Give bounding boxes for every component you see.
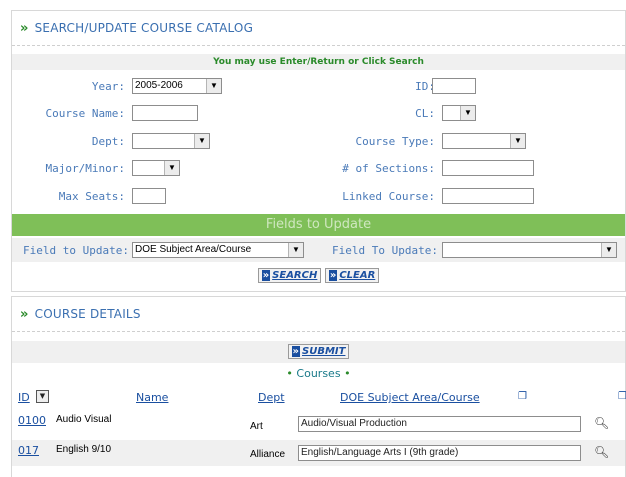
submit-button-label: SUBMIT [302,346,346,357]
table-row: 0100 Audio Visual Art Audio/Visual Produ… [12,411,625,439]
doe-course-input[interactable]: English/Language Arts I (9th grade) [298,445,581,461]
column-header-id[interactable]: ID [18,391,30,404]
bullet-icon: • [344,367,351,380]
course-name: English 9/10 [56,444,112,455]
sections-label: # of Sections: [342,162,435,175]
double-chevron-icon: » [261,270,271,281]
table-row: 017 English 9/10 Alliance English/Langua… [12,440,625,466]
course-name-label: Course Name: [45,107,125,120]
chevron-down-icon: ▼ [601,243,616,257]
course-name-row: Course Name: CL: ▼ [12,104,625,124]
magnifier-icon[interactable]: 🔍︎ [594,445,609,459]
course-dept: Art [250,421,263,432]
search-actions: » SEARCH » CLEAR [12,268,625,288]
field-update-select[interactable]: DOE Subject Area/Course ▼ [132,242,304,258]
double-chevron-icon: » [328,270,338,281]
chevron-down-icon: ▼ [288,243,303,257]
sort-icon[interactable]: ▼ [36,390,49,403]
course-dept: Alliance [250,449,286,460]
dept-row: Dept: ▼ Course Type: ▼ [12,132,625,152]
bullet-icon: • [286,367,293,380]
field-update-label: Field to Update: [23,244,129,257]
magnifier-icon[interactable]: 🔍︎ [594,416,609,430]
column-header-dept[interactable]: Dept [258,391,285,404]
doe-course-value: Audio/Visual Production [301,418,407,429]
linked-course-label: Linked Course: [342,190,435,203]
field-update2-select[interactable]: ▼ [442,242,617,258]
submit-row: » SUBMIT [12,341,625,363]
chevron-down-icon: ▼ [194,134,209,148]
year-select-value: 2005-2006 [135,80,183,91]
course-type-select[interactable]: ▼ [442,133,526,149]
submit-button[interactable]: » SUBMIT [287,344,350,359]
field-update-value: DOE Subject Area/Course [135,244,252,255]
id-input[interactable] [432,78,476,94]
course-type-label: Course Type: [355,135,435,148]
clear-button[interactable]: » CLEAR [324,268,380,283]
field-update-row: Field to Update: DOE Subject Area/Course… [12,238,625,262]
double-chevron-icon: » [291,346,301,357]
course-name-input[interactable] [132,105,198,121]
courses-label: Courses [296,367,341,380]
year-label: Year: [91,80,125,93]
details-panel-header: » COURSE DETAILS [12,297,625,332]
search-panel-title: SEARCH/UPDATE COURSE CATALOG [34,21,254,35]
details-panel-title: COURSE DETAILS [34,307,141,321]
major-minor-select[interactable]: ▼ [132,160,180,176]
double-chevron-icon: » [20,20,29,36]
course-id-link[interactable]: 0100 [18,414,46,427]
table-header: ID ▼ Name Dept DOE Subject Area/Course ❐… [12,389,626,407]
search-button[interactable]: » SEARCH [257,268,322,283]
cl-select[interactable]: ▼ [442,105,476,121]
details-panel: » COURSE DETAILS » SUBMIT • Courses • ID … [11,296,626,477]
fields-banner: Fields to Update [12,214,625,236]
column-header-name[interactable]: Name [136,391,168,404]
max-seats-row: Max Seats: Linked Course: [12,187,625,207]
double-chevron-icon: » [20,306,29,322]
column-header-doe[interactable]: DOE Subject Area/Course [340,391,480,404]
max-seats-label: Max Seats: [58,190,125,203]
doe-course-value: English/Language Arts I (9th grade) [301,447,459,458]
search-hint: You may use Enter/Return or Click Search [12,54,625,70]
max-seats-input[interactable] [132,188,166,204]
chevron-down-icon: ▼ [510,134,525,148]
chevron-down-icon: ▼ [206,79,221,93]
search-panel: » SEARCH/UPDATE COURSE CATALOG You may u… [11,10,626,292]
copy-icon[interactable]: ❐ [618,391,626,402]
course-id-link[interactable]: 017 [18,444,39,457]
search-panel-header: » SEARCH/UPDATE COURSE CATALOG [12,11,625,46]
major-row: Major/Minor: ▼ # of Sections: [12,159,625,179]
chevron-down-icon: ▼ [460,106,475,120]
field-update2-label: Field To Update: [332,244,438,257]
dept-label: Dept: [91,135,125,148]
doe-course-input[interactable]: Audio/Visual Production [298,416,581,432]
year-id-row: Year: 2005-2006 ▼ ID: [12,77,625,97]
sections-input[interactable] [442,160,534,176]
copy-icon[interactable]: ❐ [518,391,527,402]
major-minor-label: Major/Minor: [45,162,125,175]
clear-button-label: CLEAR [339,270,376,281]
search-button-label: SEARCH [272,270,318,281]
linked-course-input[interactable] [442,188,534,204]
year-select[interactable]: 2005-2006 ▼ [132,78,222,94]
chevron-down-icon: ▼ [164,161,179,175]
dept-select[interactable]: ▼ [132,133,210,149]
course-name: Audio Visual [56,414,112,425]
courses-caption: • Courses • [12,367,625,383]
cl-label: CL: [415,107,435,120]
